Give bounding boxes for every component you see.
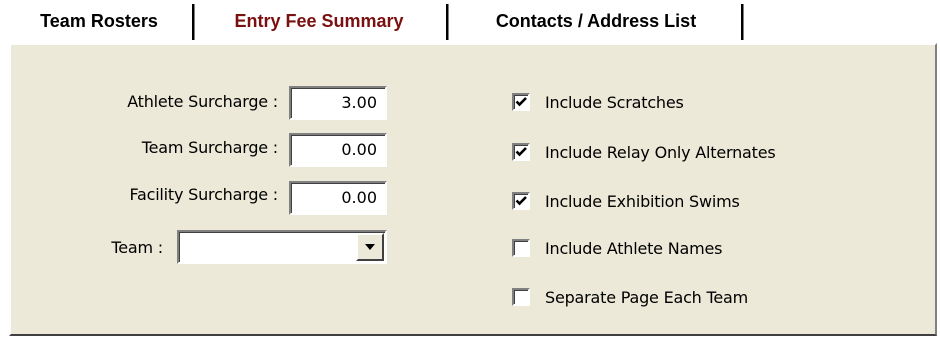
tab-strip: Team Rosters Entry Fee Summary Contacts … (0, 0, 940, 43)
team-select[interactable] (177, 230, 387, 264)
team-surcharge-input[interactable]: 0.00 (289, 133, 387, 167)
team-label: Team : (111, 238, 163, 257)
include-scratches-checkbox[interactable] (512, 93, 530, 111)
include-exhibition-swims-checkbox[interactable] (512, 192, 530, 210)
chevron-down-icon (364, 238, 376, 256)
team-select-dropdown-button[interactable] (356, 233, 384, 261)
tab-entry-fee-summary[interactable]: Entry Fee Summary (198, 0, 440, 43)
athlete-surcharge-label: Athlete Surcharge : (127, 92, 278, 111)
include-relay-only-alternates-checkbox[interactable] (512, 143, 530, 161)
include-athlete-names-checkbox[interactable] (512, 239, 530, 257)
separate-page-each-team-checkbox[interactable] (512, 288, 530, 306)
include-scratches-label: Include Scratches (545, 92, 684, 112)
team-surcharge-label: Team Surcharge : (141, 138, 278, 157)
option-include-athlete-names[interactable]: Include Athlete Names (512, 236, 722, 260)
tab-label: Team Rosters (40, 11, 158, 31)
include-exhibition-swims-label: Include Exhibition Swims (545, 191, 740, 211)
option-include-scratches[interactable]: Include Scratches (512, 90, 684, 114)
tab-label: Contacts / Address List (495, 11, 697, 31)
include-relay-only-alternates-label: Include Relay Only Alternates (545, 142, 776, 162)
facility-surcharge-input[interactable]: 0.00 (289, 181, 387, 215)
tab-divider (446, 4, 449, 40)
tab-divider (741, 4, 744, 40)
include-athlete-names-label: Include Athlete Names (545, 238, 723, 258)
separate-page-each-team-label: Separate Page Each Team (545, 287, 748, 307)
panel-edge (0, 41, 9, 43)
check-icon (515, 97, 527, 107)
option-include-exhibition-swims[interactable]: Include Exhibition Swims (512, 189, 740, 213)
option-separate-page-each-team[interactable]: Separate Page Each Team (512, 285, 748, 309)
check-icon (515, 196, 527, 206)
option-include-relay-only-alternates[interactable]: Include Relay Only Alternates (512, 140, 776, 164)
facility-surcharge-label: Facility Surcharge : (129, 185, 278, 204)
check-icon (515, 147, 527, 157)
tab-contacts-address-list[interactable]: Contacts / Address List (454, 0, 738, 43)
entry-fee-window: Team Rosters Entry Fee Summary Contacts … (0, 0, 940, 339)
tab-divider (192, 4, 195, 40)
athlete-surcharge-input[interactable]: 3.00 (289, 86, 387, 120)
tab-label: Entry Fee Summary (234, 11, 404, 31)
tab-team-rosters[interactable]: Team Rosters (12, 0, 186, 43)
